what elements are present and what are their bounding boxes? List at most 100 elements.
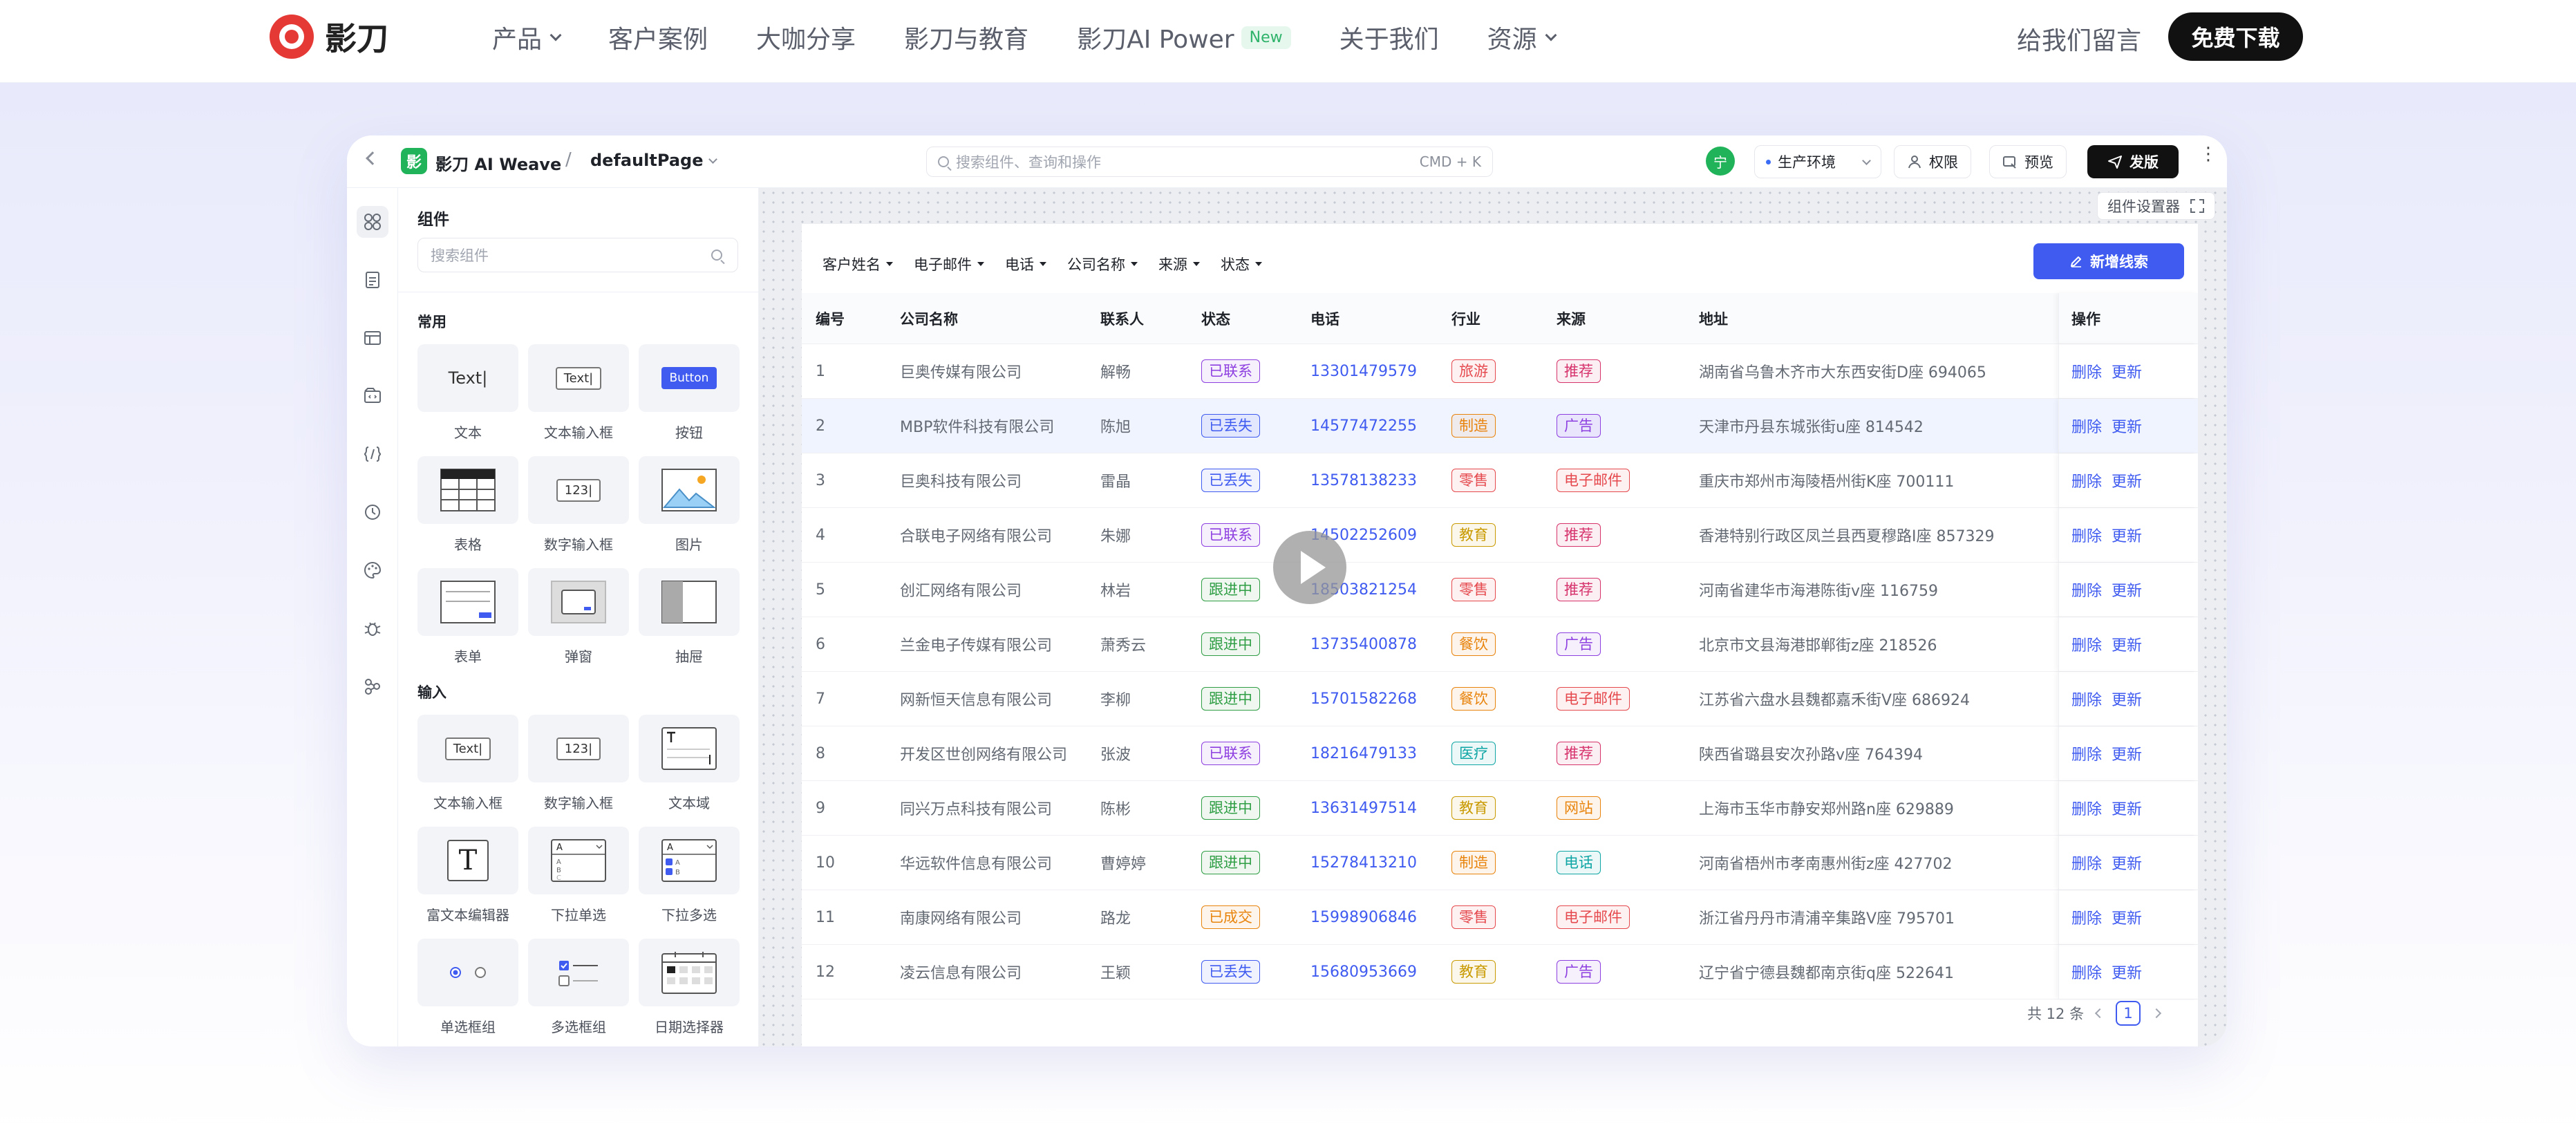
delete-row-button[interactable]: 删除 (2071, 633, 2102, 655)
theme-icon[interactable] (357, 554, 388, 586)
update-row-button[interactable]: 更新 (2112, 579, 2142, 601)
column-header[interactable]: 编号 (816, 293, 845, 344)
component-text[interactable]: Text| 文本 (417, 344, 518, 442)
filter-customer-name[interactable]: 客户姓名 (816, 250, 900, 278)
table-row[interactable]: 3 巨奥科技有限公司 雷晶 已丢失 13578138233 零售 电子邮件 重庆市郑州市海陵梧… (802, 453, 2198, 508)
table-row[interactable]: 6 兰金电子传媒有限公司 萧秀云 跟进中 13735400878 餐饮 广告 北京市文县海港邯… (802, 617, 2198, 672)
column-header[interactable]: 来源 (1557, 293, 1586, 344)
update-row-button[interactable]: 更新 (2112, 688, 2142, 710)
preview-button[interactable]: 预览 (1989, 145, 2067, 178)
cell-phone[interactable]: 13301479579 (1310, 344, 1417, 398)
cell-phone[interactable]: 15998906846 (1310, 890, 1417, 944)
delete-row-button[interactable]: 删除 (2071, 688, 2102, 710)
cell-phone[interactable]: 14577472255 (1310, 399, 1417, 453)
component-checkbox-group[interactable]: 多选框组 (528, 939, 629, 1036)
table-icon[interactable] (357, 322, 388, 354)
free-download-button[interactable]: 免费下载 (2168, 12, 2303, 61)
table-row[interactable]: 10 华远软件信息有限公司 曹婷婷 跟进中 15278413210 制造 电话 河南省梧州市孝… (802, 836, 2198, 890)
cell-phone[interactable]: 18216479133 (1310, 726, 1417, 780)
component-rich-text[interactable]: T 富文本编辑器 (417, 827, 518, 924)
table-row[interactable]: 8 开发区世创网络有限公司 张波 已联系 18216479133 医疗 推荐 陕西省璐县安次孙… (802, 726, 2198, 781)
table-row[interactable]: 4 合联电子网络有限公司 朱娜 已联系 14502252609 教育 推荐 香港特别行政区凤兰… (802, 508, 2198, 563)
page-selector[interactable]: defaultPage (590, 151, 718, 170)
permissions-button[interactable]: 权限 (1894, 145, 1971, 178)
update-row-button[interactable]: 更新 (2112, 961, 2142, 983)
update-row-button[interactable]: 更新 (2112, 360, 2142, 382)
delete-row-button[interactable]: 删除 (2071, 961, 2102, 983)
cell-phone[interactable]: 15701582268 (1310, 672, 1417, 726)
component-button[interactable]: Button 按钮 (639, 344, 740, 442)
filter-email[interactable]: 电子邮件 (907, 250, 991, 278)
component-number-input-2[interactable]: 123| 数字输入框 (528, 715, 629, 812)
prev-page-icon[interactable] (2095, 1008, 2105, 1019)
global-search-input[interactable]: 搜索组件、查询和操作 CMD + K (926, 147, 1493, 177)
more-icon[interactable]: ⋮ (2199, 145, 2217, 163)
component-form[interactable]: 表单 (417, 568, 518, 666)
column-header[interactable]: 地址 (1699, 293, 1728, 344)
column-header[interactable]: 行业 (1451, 293, 1480, 344)
component-textarea[interactable]: 文本域 (639, 715, 740, 812)
environment-select[interactable]: 生产环境 (1754, 145, 1881, 178)
delete-row-button[interactable]: 删除 (2071, 360, 2102, 382)
next-page-icon[interactable] (2152, 1008, 2162, 1019)
pages-icon[interactable] (357, 264, 388, 296)
table-row[interactable]: 5 创汇网络有限公司 林岩 跟进中 18503821254 零售 推荐 河南省建华市海港陈街v… (802, 563, 2198, 617)
component-modal[interactable]: 弹窗 (528, 568, 629, 666)
update-row-button[interactable]: 更新 (2112, 906, 2142, 928)
history-icon[interactable] (357, 496, 388, 528)
component-number-input[interactable]: 123| 数字输入框 (528, 456, 629, 554)
delete-row-button[interactable]: 删除 (2071, 797, 2102, 819)
component-multi-select[interactable]: AAB 下拉多选 (639, 827, 740, 924)
user-avatar[interactable]: 宁 (1706, 147, 1735, 176)
nav-item-sharing[interactable]: 大咖分享 (756, 19, 856, 55)
code-icon[interactable] (357, 438, 388, 470)
components-icon[interactable] (357, 206, 388, 238)
cell-phone[interactable]: 13578138233 (1310, 453, 1417, 507)
delete-row-button[interactable]: 删除 (2071, 852, 2102, 874)
component-settings-tab[interactable]: 组件设置器 (2097, 192, 2215, 220)
table-row[interactable]: 12 凌云信息有限公司 王颖 已丢失 15680953669 教育 广告 辽宁省宁德县魏都南京… (802, 945, 2198, 999)
filter-source[interactable]: 来源 (1151, 250, 1207, 278)
integration-icon[interactable] (357, 670, 388, 702)
update-row-button[interactable]: 更新 (2112, 469, 2142, 491)
column-header[interactable]: 电话 (1310, 293, 1339, 344)
back-icon[interactable] (366, 151, 379, 165)
video-play-button[interactable] (1273, 531, 1346, 604)
cell-phone[interactable]: 13735400878 (1310, 617, 1417, 671)
column-header[interactable]: 公司名称 (900, 293, 958, 344)
nav-item-ai-power[interactable]: 影刀AI Power New (1077, 19, 1291, 55)
component-date-picker[interactable]: 日期选择器 (639, 939, 740, 1036)
nav-item-product[interactable]: 产品 (492, 19, 562, 55)
component-image[interactable]: 图片 (639, 456, 740, 554)
nav-item-resources[interactable]: 资源 (1487, 19, 1557, 55)
delete-row-button[interactable]: 删除 (2071, 742, 2102, 764)
cell-phone[interactable]: 15680953669 (1310, 945, 1417, 999)
update-row-button[interactable]: 更新 (2112, 852, 2142, 874)
table-row[interactable]: 7 网新恒天信息有限公司 李柳 跟进中 15701582268 餐饮 电子邮件 江苏省六盘水县… (802, 672, 2198, 726)
update-row-button[interactable]: 更新 (2112, 524, 2142, 546)
component-radio-group[interactable]: 单选框组 (417, 939, 518, 1036)
leave-message-link[interactable]: 给我们留言 (2017, 21, 2141, 57)
table-row[interactable]: 2 MBP软件科技有限公司 陈旭 已丢失 14577472255 制造 广告 天津市丹县东城张… (802, 399, 2198, 453)
delete-row-button[interactable]: 删除 (2071, 469, 2102, 491)
component-text-input-2[interactable]: Text| 文本输入框 (417, 715, 518, 812)
component-text-input[interactable]: Text| 文本输入框 (528, 344, 629, 442)
data-source-icon[interactable] (357, 380, 388, 412)
filter-company[interactable]: 公司名称 (1060, 250, 1145, 278)
column-header[interactable]: 状态 (1201, 293, 1230, 344)
update-row-button[interactable]: 更新 (2112, 633, 2142, 655)
delete-row-button[interactable]: 删除 (2071, 579, 2102, 601)
column-header[interactable]: 联系人 (1100, 293, 1144, 344)
page-number-button[interactable]: 1 (2116, 1001, 2141, 1026)
cell-phone[interactable]: 15278413210 (1310, 836, 1417, 890)
table-row[interactable]: 11 南康网络有限公司 路龙 已成交 15998906846 零售 电子邮件 浙江省丹丹市清浦… (802, 890, 2198, 945)
delete-row-button[interactable]: 删除 (2071, 524, 2102, 546)
update-row-button[interactable]: 更新 (2112, 797, 2142, 819)
component-table[interactable]: 表格 (417, 456, 518, 554)
site-logo[interactable]: 影刀 (270, 14, 388, 59)
component-drawer[interactable]: 抽屉 (639, 568, 740, 666)
add-lead-button[interactable]: 新增线索 (2033, 243, 2184, 279)
component-single-select[interactable]: AABC 下拉单选 (528, 827, 629, 924)
publish-button[interactable]: 发版 (2087, 145, 2179, 178)
delete-row-button[interactable]: 删除 (2071, 906, 2102, 928)
